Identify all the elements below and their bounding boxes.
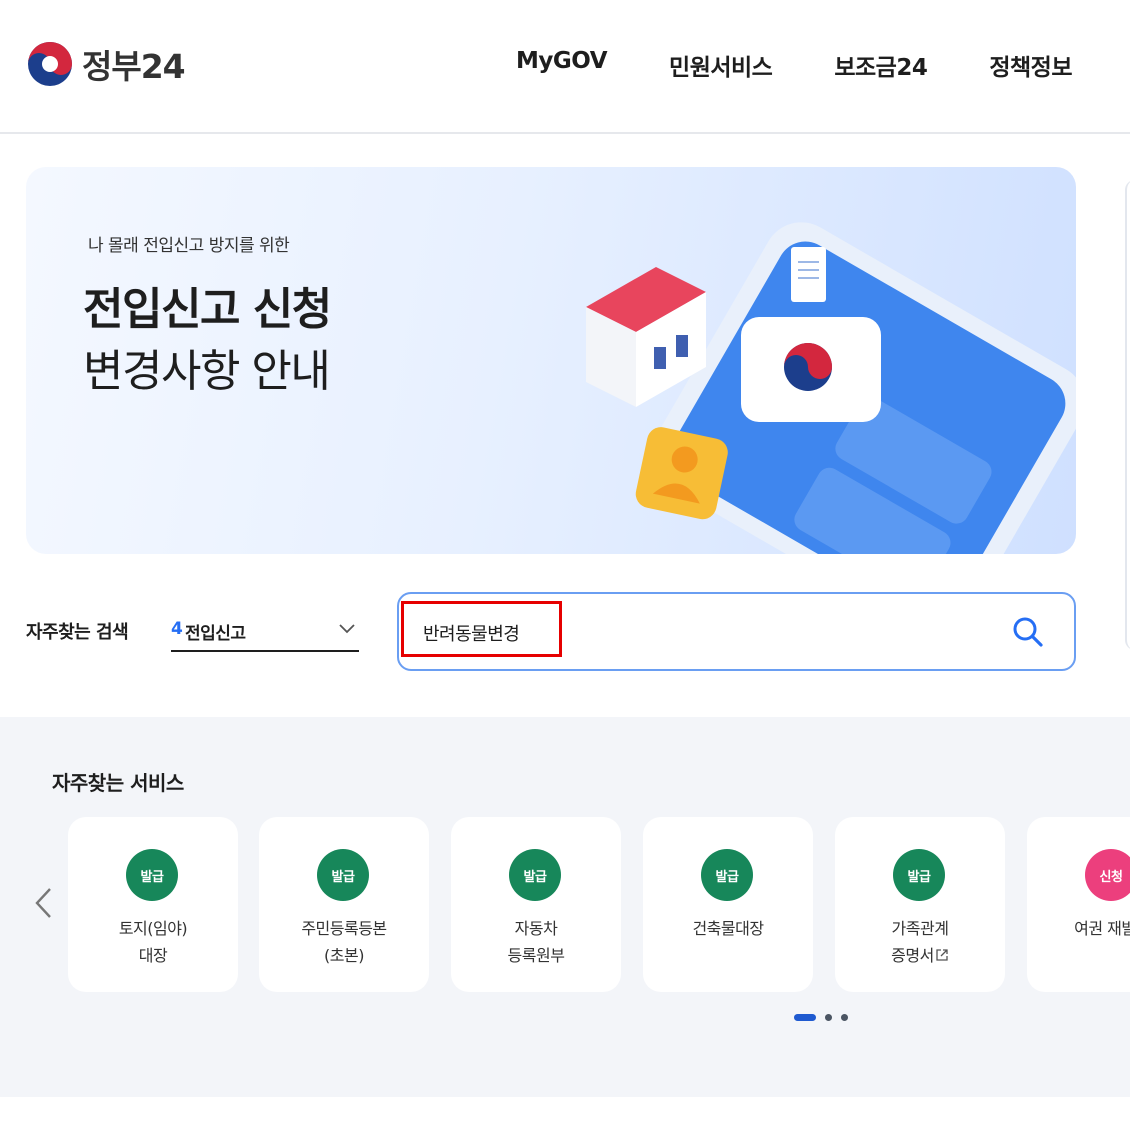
chevron-down-icon — [339, 624, 355, 634]
service-card-family-certificate[interactable]: 발급 가족관계 증명서 — [835, 817, 1005, 992]
service-card-label: 토지(임야) 대장 — [118, 919, 188, 965]
banner-illustration — [586, 222, 1076, 554]
header: 정부24 MyGOV 민원서비스 보조금24 정책정보 — [0, 0, 1130, 134]
service-card-label: 가족관계 증명서 — [835, 915, 1005, 969]
page: 정부24 MyGOV 민원서비스 보조금24 정책정보 나 몰래 전입신고 방지… — [0, 0, 1130, 1121]
pagination-dot-2[interactable] — [825, 1014, 832, 1021]
popular-search-rank: 4 — [171, 619, 183, 639]
banner-title-line2: 변경사항 안내 — [83, 346, 331, 397]
main-nav: MyGOV 민원서비스 보조금24 정책정보 — [516, 48, 1072, 82]
issue-badge: 발급 — [317, 849, 369, 901]
chevron-left-icon[interactable] — [32, 885, 56, 921]
issue-badge: 발급 — [509, 849, 561, 901]
banner-title-line1: 전입신고 신청 — [83, 284, 332, 335]
service-card-label: 건축물대장 — [692, 919, 764, 938]
taegeuk-logo-icon — [28, 42, 72, 86]
next-banner-peek — [1125, 180, 1130, 650]
service-card-label: 주민등록등본 (초본) — [301, 919, 387, 965]
service-card-resident-register[interactable]: 발급 주민등록등본 (초본) — [259, 817, 429, 992]
search-icon[interactable] — [1010, 614, 1046, 650]
logo-text: 정부24 — [82, 47, 186, 86]
service-card-building-register[interactable]: 발급 건축물대장 — [643, 817, 813, 992]
issue-badge: 발급 — [126, 849, 178, 901]
banner-subtitle: 나 몰래 전입신고 방지를 위한 — [88, 236, 290, 256]
logo[interactable]: 정부24 — [26, 40, 186, 88]
pagination-dot-1[interactable] — [794, 1014, 816, 1021]
search-box — [397, 592, 1076, 671]
quick-search-label: 자주찾는 검색 — [26, 622, 129, 643]
banner-title: 전입신고 신청 변경사항 안내 — [83, 279, 332, 403]
popular-search-term: 전입신고 — [185, 624, 246, 644]
main-banner[interactable]: 나 몰래 전입신고 방지를 위한 전입신고 신청 변경사항 안내 — [26, 167, 1076, 554]
service-card-vehicle-register[interactable]: 발급 자동차 등록원부 — [451, 817, 621, 992]
service-card-label: 여권 재발급 — [1074, 919, 1130, 938]
carousel-pagination — [794, 1014, 848, 1021]
apply-badge: 신청 — [1085, 849, 1130, 901]
nav-mygov[interactable]: MyGOV — [516, 48, 608, 82]
nav-policy-info[interactable]: 정책정보 — [989, 48, 1072, 82]
search-input[interactable] — [423, 618, 983, 648]
frequent-services-section: 자주찾는 서비스 발급 토지(임야) 대장 발급 주민등록등본 (초본) 발급 … — [0, 717, 1130, 1097]
pagination-dot-3[interactable] — [841, 1014, 848, 1021]
service-card-land-register[interactable]: 발급 토지(임야) 대장 — [68, 817, 238, 992]
issue-badge: 발급 — [701, 849, 753, 901]
issue-badge: 발급 — [893, 849, 945, 901]
service-card-passport-reissue[interactable]: 신청 여권 재발급 — [1027, 817, 1130, 992]
popular-search-dropdown[interactable]: 4 전입신고 — [171, 606, 359, 652]
nav-civil-service[interactable]: 민원서비스 — [669, 48, 773, 82]
services-title: 자주찾는 서비스 — [52, 771, 184, 795]
nav-subsidy24[interactable]: 보조금24 — [834, 48, 928, 82]
external-link-icon — [936, 949, 948, 961]
service-card-label: 자동차 등록원부 — [507, 919, 565, 965]
